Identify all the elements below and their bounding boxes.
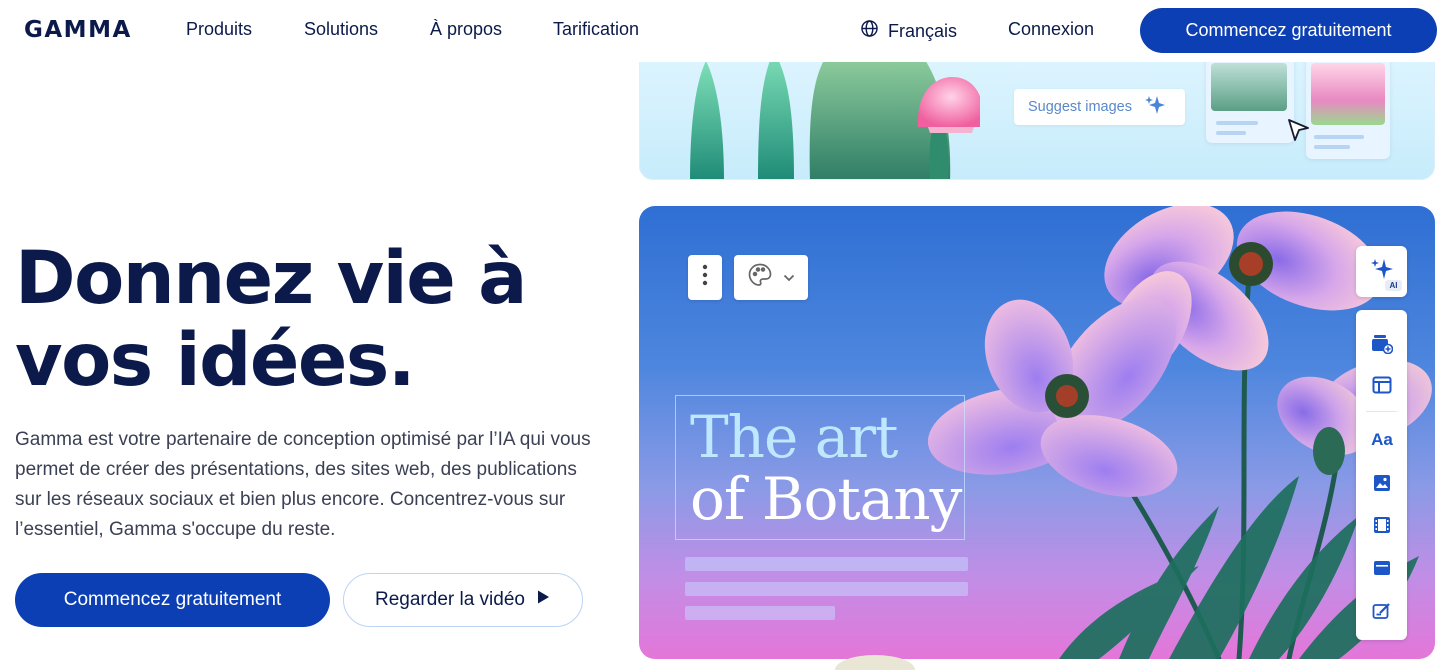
- chevron-down-icon: [783, 269, 795, 287]
- hero-title: Donnez vie à vos idées.: [15, 238, 575, 402]
- nav-solutions[interactable]: Solutions: [304, 19, 378, 40]
- watch-video-button[interactable]: Regarder la vidéo: [343, 573, 583, 627]
- preview-card-main: The art of Botany: [639, 206, 1435, 659]
- hero-title-line-2: vos idées.: [15, 318, 416, 403]
- form-icon[interactable]: [1369, 598, 1395, 624]
- nav-pricing[interactable]: Tarification: [553, 19, 639, 40]
- text-tool-label: Aa: [1371, 430, 1393, 449]
- nav-about[interactable]: À propos: [430, 19, 502, 40]
- watch-video-label: Regarder la vidéo: [375, 589, 525, 610]
- login-link[interactable]: Connexion: [1008, 19, 1094, 40]
- language-selector[interactable]: Français: [860, 19, 957, 43]
- image-icon[interactable]: [1369, 470, 1395, 496]
- embed-icon[interactable]: [1369, 555, 1395, 581]
- language-label: Français: [888, 20, 958, 41]
- start-free-button[interactable]: Commencez gratuitement: [15, 573, 330, 627]
- suggest-images-button[interactable]: Suggest images: [1014, 89, 1185, 125]
- layout-icon[interactable]: [1369, 372, 1395, 398]
- more-options-button[interactable]: [688, 255, 722, 300]
- thumb-line: [1216, 131, 1246, 135]
- globe-icon: [860, 19, 879, 43]
- video-icon[interactable]: [1369, 512, 1395, 538]
- cursor-icon: [1286, 117, 1312, 150]
- toolbar-divider: [1366, 411, 1397, 412]
- header-cta-button[interactable]: Commencez gratuitement: [1140, 8, 1437, 53]
- top-navbar: GAMMA Produits Solutions À propos Tarifi…: [0, 0, 1456, 62]
- card-title-line-1: The art: [690, 403, 898, 471]
- gamma-logo[interactable]: GAMMA: [24, 17, 132, 43]
- add-card-icon[interactable]: [1369, 331, 1395, 357]
- insert-toolbar: Aa: [1356, 310, 1407, 640]
- nav-products[interactable]: Produits: [186, 19, 252, 40]
- text-placeholder-bar: [685, 606, 835, 620]
- thumb-line: [1216, 121, 1258, 125]
- theme-dropdown-button[interactable]: [734, 255, 808, 300]
- palette-icon: [747, 262, 773, 293]
- ai-assistant-button[interactable]: AI: [1356, 246, 1407, 297]
- suggest-images-label: Suggest images: [1028, 99, 1132, 115]
- card-title-box[interactable]: The art of Botany: [675, 395, 965, 540]
- sparkle-icon: [1144, 94, 1166, 120]
- thumb-image: [1211, 63, 1287, 111]
- hero-description: Gamma est votre partenaire de conception…: [15, 429, 591, 540]
- thumb-image: [1311, 63, 1385, 125]
- image-suggestion-thumb[interactable]: [1306, 51, 1390, 159]
- play-icon: [535, 589, 551, 611]
- ai-badge: AI: [1385, 280, 1402, 291]
- more-vertical-icon: [702, 264, 708, 291]
- hero-title-line-1: Donnez vie à: [15, 236, 527, 321]
- text-placeholder-bar: [685, 557, 968, 571]
- thumb-line: [1314, 145, 1350, 149]
- text-icon[interactable]: Aa: [1369, 427, 1395, 453]
- thumb-line: [1314, 135, 1364, 139]
- text-placeholder-bar: [685, 582, 968, 596]
- card-title-line-2: of Botany: [690, 465, 962, 533]
- image-suggestion-thumb[interactable]: [1206, 51, 1294, 143]
